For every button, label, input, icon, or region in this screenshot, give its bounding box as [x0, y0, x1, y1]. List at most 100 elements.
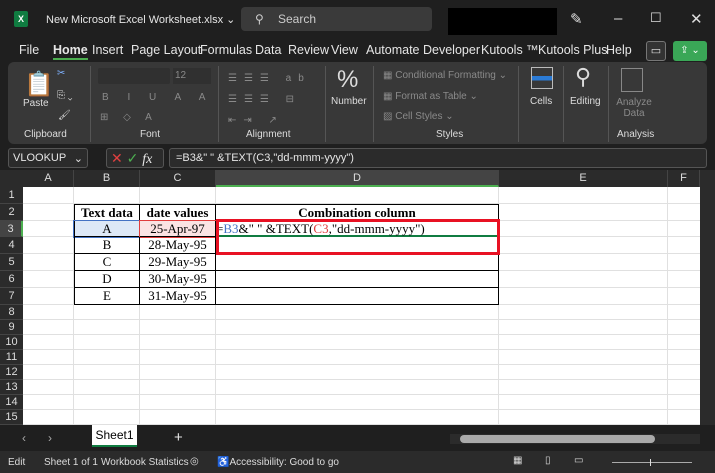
- row-header-8[interactable]: 8: [0, 304, 23, 320]
- row-header-12[interactable]: 12: [0, 364, 23, 380]
- row-header-3[interactable]: 3: [0, 220, 23, 238]
- menu-developer[interactable]: Developer: [423, 43, 480, 57]
- row-header-6[interactable]: 6: [0, 271, 23, 288]
- select-all-button[interactable]: [0, 170, 23, 187]
- menu-file[interactable]: File: [19, 43, 39, 57]
- row-header-2[interactable]: 2: [0, 203, 23, 221]
- text-data-cell[interactable]: B: [74, 237, 140, 255]
- cancel-icon[interactable]: ✕: [111, 150, 123, 166]
- text-data-cell[interactable]: C: [74, 254, 140, 271]
- row-header-13[interactable]: 13: [0, 379, 23, 395]
- combination-cell[interactable]: [216, 271, 499, 288]
- formula-input[interactable]: =B3&" " &TEXT(C3,"dd-mmm-yyyy"): [169, 148, 707, 168]
- workbook-statistics[interactable]: Workbook Statistics: [101, 457, 189, 468]
- page-break-view-icon[interactable]: ▭: [574, 455, 583, 466]
- border-fill-color-buttons[interactable]: ⊞ ◇ A: [100, 112, 158, 123]
- column-header-F[interactable]: F: [668, 170, 700, 187]
- page-layout-view-icon[interactable]: ▯: [545, 455, 551, 466]
- cells-button[interactable]: Cells: [530, 96, 552, 107]
- row-header-7[interactable]: 7: [0, 287, 23, 305]
- column-header-A[interactable]: A: [23, 170, 74, 187]
- scroll-thumb[interactable]: [460, 435, 655, 443]
- menu-formulas[interactable]: Formulas: [200, 43, 252, 57]
- analyze-data-icon[interactable]: [621, 68, 643, 92]
- format-painter-icon[interactable]: 🖌: [58, 110, 71, 121]
- font-name-dropdown[interactable]: [98, 68, 170, 84]
- text-data-cell[interactable]: A: [73, 219, 141, 239]
- row-header-9[interactable]: 9: [0, 319, 23, 335]
- column-header-D[interactable]: D: [216, 170, 499, 187]
- date-cell[interactable]: 25-Apr-97: [139, 219, 217, 239]
- share-button[interactable]: ⇪ ⌄: [673, 41, 707, 61]
- function-icon[interactable]: fx: [142, 152, 152, 167]
- row-header-5[interactable]: 5: [0, 254, 23, 271]
- next-sheet-button[interactable]: ›: [48, 431, 52, 445]
- menu-insert[interactable]: Insert: [92, 43, 123, 57]
- menu-kutools-plus[interactable]: Kutools Plus: [538, 43, 607, 57]
- text-data-cell[interactable]: D: [74, 271, 140, 288]
- close-button[interactable]: ✕: [690, 10, 703, 28]
- macro-icon[interactable]: ◎: [190, 456, 199, 467]
- font-format-buttons[interactable]: B I U A A: [102, 92, 213, 103]
- editing-search-icon[interactable]: ⚲: [575, 64, 591, 90]
- cell-styles-button[interactable]: ▨ Cell Styles ⌄: [383, 111, 454, 122]
- date-cell[interactable]: 28-May-95: [140, 237, 216, 255]
- menu-automate[interactable]: Automate: [366, 43, 420, 57]
- column-header-E[interactable]: E: [499, 170, 668, 187]
- row-header-14[interactable]: 14: [0, 394, 23, 410]
- paste-icon[interactable]: 📋: [24, 70, 54, 99]
- editing-button[interactable]: Editing: [570, 96, 601, 107]
- sheet-tab[interactable]: Sheet1: [92, 425, 137, 447]
- alignment-buttons[interactable]: ☰☰☰ ab ☰☰☰ ⊟ ⇤⇥ ↗: [228, 68, 318, 131]
- menu-data[interactable]: Data: [255, 43, 281, 57]
- combination-cell[interactable]: [216, 287, 499, 305]
- menu-review[interactable]: Review: [288, 43, 329, 57]
- format-as-table-button[interactable]: ▦ Format as Table ⌄: [383, 91, 478, 102]
- pen-icon[interactable]: ✎: [570, 10, 583, 28]
- accessibility-status[interactable]: ♿Accessibility: Good to go: [217, 457, 339, 468]
- gridline: [23, 333, 700, 335]
- text-data-cell[interactable]: E: [74, 287, 140, 305]
- normal-view-icon[interactable]: ▦: [513, 455, 522, 466]
- paste-button[interactable]: Paste: [23, 98, 49, 109]
- row-header-11[interactable]: 11: [0, 349, 23, 365]
- menu-home[interactable]: Home: [53, 43, 88, 60]
- enter-icon[interactable]: ✓: [127, 150, 139, 166]
- header-cell[interactable]: date values: [140, 203, 216, 221]
- search-box[interactable]: ⚲ Search: [241, 7, 432, 31]
- date-cell[interactable]: 29-May-95: [140, 254, 216, 271]
- menu-view[interactable]: View: [331, 43, 358, 57]
- combination-cell[interactable]: [216, 254, 499, 271]
- file-name[interactable]: New Microsoft Excel Worksheet.xlsx ⌄: [46, 13, 235, 26]
- prev-sheet-button[interactable]: ‹: [22, 431, 26, 445]
- percent-icon[interactable]: %: [337, 66, 358, 94]
- column-header-C[interactable]: C: [140, 170, 216, 187]
- zoom-slider[interactable]: [612, 459, 692, 466]
- cut-icon[interactable]: ✂: [57, 68, 65, 79]
- sheet-tab-label: Sheet1: [95, 428, 134, 442]
- comments-button[interactable]: ▭: [646, 41, 666, 61]
- maximize-button[interactable]: ☐: [650, 10, 662, 26]
- copy-icon[interactable]: ⎘ ⌄: [57, 90, 73, 101]
- horizontal-scrollbar[interactable]: [450, 434, 700, 444]
- add-sheet-button[interactable]: +: [174, 429, 183, 446]
- row-header-10[interactable]: 10: [0, 334, 23, 350]
- date-cell[interactable]: 31-May-95: [140, 287, 216, 305]
- cells-icon[interactable]: [531, 67, 553, 89]
- analyze-data-button[interactable]: Analyze Data: [616, 97, 652, 119]
- name-box[interactable]: VLOOKUP ⌄: [8, 148, 88, 168]
- menu-page-layout[interactable]: Page Layout: [131, 43, 201, 57]
- column-header-B[interactable]: B: [74, 170, 140, 187]
- row-header-15[interactable]: 15: [0, 409, 23, 425]
- date-cell[interactable]: 30-May-95: [140, 271, 216, 288]
- number-button[interactable]: Number: [331, 96, 367, 107]
- vertical-scrollbar[interactable]: [700, 170, 715, 425]
- conditional-formatting-button[interactable]: ▦ Conditional Formatting ⌄: [383, 70, 507, 81]
- menu-kutools-[interactable]: Kutools ™: [481, 43, 539, 57]
- font-size-dropdown[interactable]: 12: [173, 68, 211, 84]
- row-header-1[interactable]: 1: [0, 187, 23, 204]
- menu-help[interactable]: Help: [606, 43, 632, 57]
- row-header-4[interactable]: 4: [0, 237, 23, 255]
- header-cell[interactable]: Text data: [74, 203, 140, 221]
- minimize-button[interactable]: –: [614, 10, 622, 27]
